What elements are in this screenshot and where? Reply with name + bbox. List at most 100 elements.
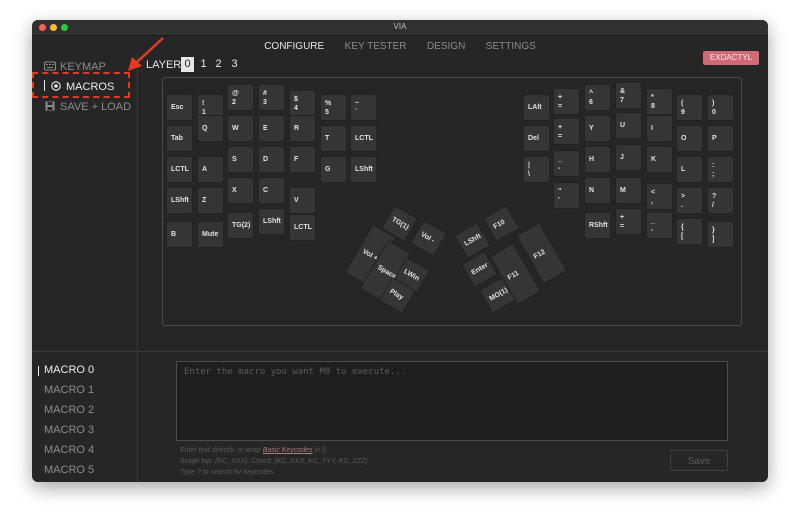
key[interactable]: M — [615, 177, 642, 204]
key[interactable]: RShft — [584, 212, 611, 239]
nav-configure[interactable]: CONFIGURE — [264, 38, 324, 54]
key[interactable]: ? / — [707, 187, 734, 214]
save-button[interactable]: Save — [670, 450, 728, 471]
basic-keycodes-link[interactable]: Basic Keycodes — [263, 447, 313, 454]
key[interactable]: K — [646, 146, 673, 173]
key[interactable]: Q — [197, 115, 224, 142]
key[interactable]: Z — [197, 187, 224, 214]
key[interactable]: L — [676, 156, 703, 183]
key[interactable]: + = — [615, 208, 642, 235]
key[interactable]: :; — [707, 156, 734, 183]
sidebar-item-save-load[interactable]: SAVE + LOAD — [44, 99, 131, 115]
key-legend: = — [620, 222, 625, 230]
key[interactable]: N — [584, 177, 611, 204]
key[interactable]: LShft — [258, 208, 285, 235]
key[interactable]: O — [676, 125, 703, 152]
nav-settings[interactable]: SETTINGS — [486, 38, 536, 54]
key[interactable]: | \ — [523, 156, 550, 183]
key[interactable]: R — [289, 115, 316, 142]
key[interactable]: LCTL — [350, 125, 377, 152]
macro-item-1[interactable]: MACRO 1 — [44, 384, 94, 396]
key[interactable]: % 5 — [320, 94, 347, 121]
key[interactable]: }] — [707, 221, 734, 248]
key[interactable]: TG(2) — [227, 212, 254, 239]
key[interactable]: LAlt — [523, 94, 550, 121]
key[interactable]: D — [258, 146, 285, 173]
key[interactable]: G — [320, 156, 347, 183]
key-legend: ^ — [589, 89, 594, 97]
floppy-disk-icon — [44, 100, 56, 111]
key[interactable]: J — [615, 144, 642, 171]
nav-design[interactable]: DESIGN — [427, 38, 465, 54]
key-legend: ? — [712, 192, 717, 200]
key[interactable]: + = — [553, 118, 580, 145]
key-legend: RShft — [589, 222, 608, 229]
key[interactable]: + = — [553, 88, 580, 115]
key-legend: TG(2) — [232, 222, 251, 229]
layer-2-button[interactable]: 2 — [212, 57, 225, 72]
key[interactable]: (9 — [676, 94, 703, 121]
key[interactable]: LShft — [350, 156, 377, 183]
key[interactable]: Del — [523, 125, 550, 152]
key[interactable]: _ - — [553, 150, 580, 177]
key[interactable]: {[ — [676, 218, 703, 245]
key[interactable]: LShft — [166, 187, 193, 214]
key-legend: T — [325, 135, 330, 142]
key[interactable]: LCTL — [289, 214, 316, 241]
key[interactable]: C — [258, 177, 285, 204]
nav-key-tester[interactable]: KEY TESTER — [345, 38, 407, 54]
key[interactable]: U — [615, 112, 642, 139]
key[interactable]: <, — [646, 183, 673, 210]
macro-hint-line-3: Type ? to search for keycodes. — [180, 469, 276, 476]
key[interactable]: W — [227, 115, 254, 142]
key[interactable]: $4 — [289, 90, 316, 117]
layer-label: LAYER — [146, 59, 182, 71]
key[interactable]: @2 — [227, 84, 254, 111]
key[interactable]: Esc — [166, 94, 193, 121]
macro-item-2[interactable]: MACRO 2 — [44, 404, 94, 416]
key[interactable]: Y — [584, 115, 611, 142]
key[interactable]: H — [584, 146, 611, 173]
key[interactable]: F — [289, 146, 316, 173]
macro-item-5[interactable]: MACRO 5 — [44, 464, 94, 476]
layer-1-button[interactable]: 1 — [197, 57, 210, 72]
key[interactable]: Tab — [166, 125, 193, 152]
macro-item-0[interactable]: MACRO 0 — [37, 364, 94, 376]
layer-3-button[interactable]: 3 — [228, 57, 241, 72]
macro-item-3[interactable]: MACRO 3 — [44, 424, 94, 436]
key-legend: O — [681, 135, 687, 142]
title-bar: VIA — [32, 20, 768, 36]
key[interactable]: E — [258, 115, 285, 142]
key[interactable]: T — [320, 125, 347, 152]
key-legend: } — [712, 226, 715, 234]
key-legend: C — [263, 187, 269, 194]
key[interactable]: X — [227, 177, 254, 204]
macro-editor[interactable]: Enter the macro you want M0 to execute..… — [176, 361, 728, 441]
key[interactable]: V — [289, 187, 316, 214]
key[interactable]: B — [166, 221, 193, 248]
key[interactable]: & 7 — [615, 82, 642, 109]
key[interactable]: A — [197, 156, 224, 183]
key-legend: LShft — [263, 218, 281, 225]
key[interactable]: * 8 — [646, 88, 673, 115]
key[interactable]: " ' — [553, 182, 580, 209]
key[interactable]: Mute — [197, 221, 224, 248]
key[interactable]: I — [646, 115, 673, 142]
key-legend: R — [294, 125, 300, 132]
key-legend: LWin — [402, 268, 421, 283]
key[interactable]: P — [707, 125, 734, 152]
key-legend: A — [202, 166, 208, 173]
key[interactable]: ^ 6 — [584, 84, 611, 111]
macro-item-4[interactable]: MACRO 4 — [44, 444, 94, 456]
key[interactable]: >. — [676, 187, 703, 214]
key-legend: Mute — [202, 231, 219, 238]
key[interactable]: ~ ` — [350, 94, 377, 121]
key[interactable]: LCTL — [166, 156, 193, 183]
key[interactable]: ) 0 — [707, 94, 734, 121]
key-legend: ) — [712, 99, 715, 107]
key-legend: * — [651, 93, 654, 101]
key[interactable]: S — [227, 146, 254, 173]
key[interactable]: _ - — [646, 212, 673, 239]
key[interactable]: #3 — [258, 84, 285, 111]
layer-0-button[interactable]: 0 — [181, 57, 194, 72]
